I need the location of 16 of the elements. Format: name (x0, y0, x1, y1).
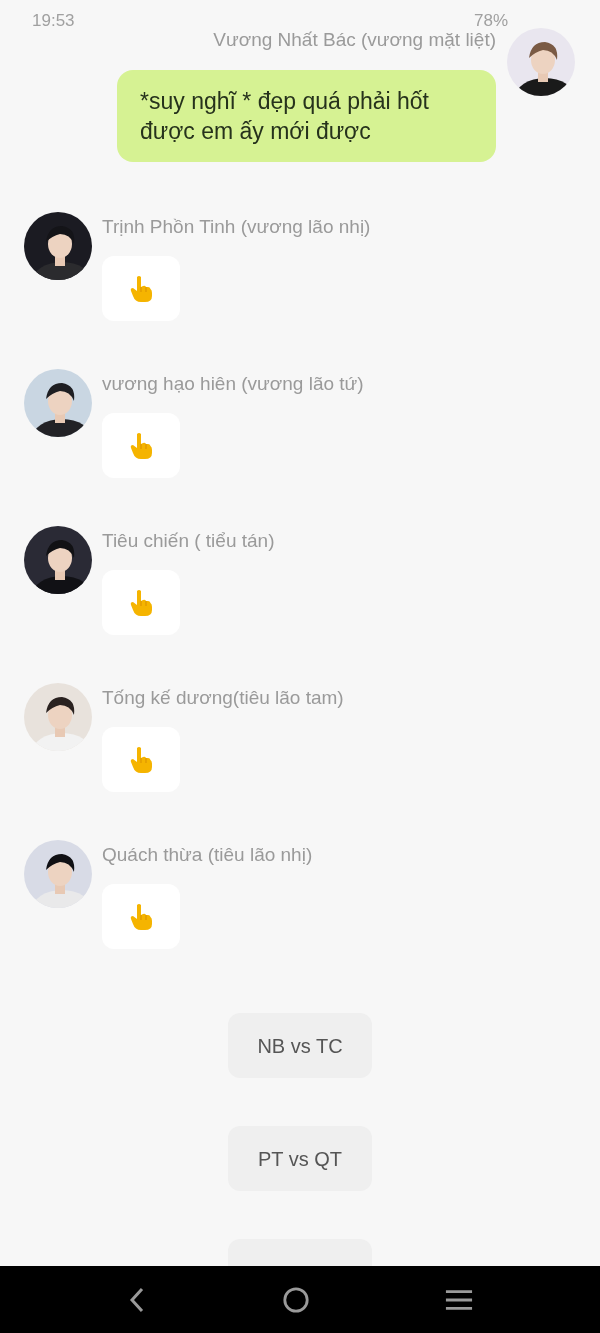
status-time: 19:53 (32, 10, 75, 33)
pointing-hand-icon (129, 274, 153, 303)
home-button[interactable] (282, 1285, 310, 1314)
message-bubble: *suy nghĩ * đẹp quá phải hốt được em ấy mới được (117, 70, 496, 162)
sender-name: Trịnh Phồn Tinh (vương lão nhị) (102, 215, 371, 239)
pointing-hand-icon (129, 902, 153, 931)
sender-name: vương hạo hiên (vương lão tứ) (102, 372, 364, 396)
menu-button[interactable] (444, 1287, 473, 1312)
pointing-hand-icon (129, 431, 153, 460)
system-notice: PT vs QT (228, 1126, 372, 1191)
sender-name: Tống kế dương(tiêu lão tam) (102, 686, 344, 710)
system-notice: NB vs TC (228, 1013, 372, 1078)
pointing-hand-icon (129, 745, 153, 774)
sender-name: Quách thừa (tiêu lão nhị) (102, 843, 313, 867)
sender-name: Tiêu chiến ( tiểu tán) (102, 529, 275, 553)
pointing-hand-icon (129, 588, 153, 617)
